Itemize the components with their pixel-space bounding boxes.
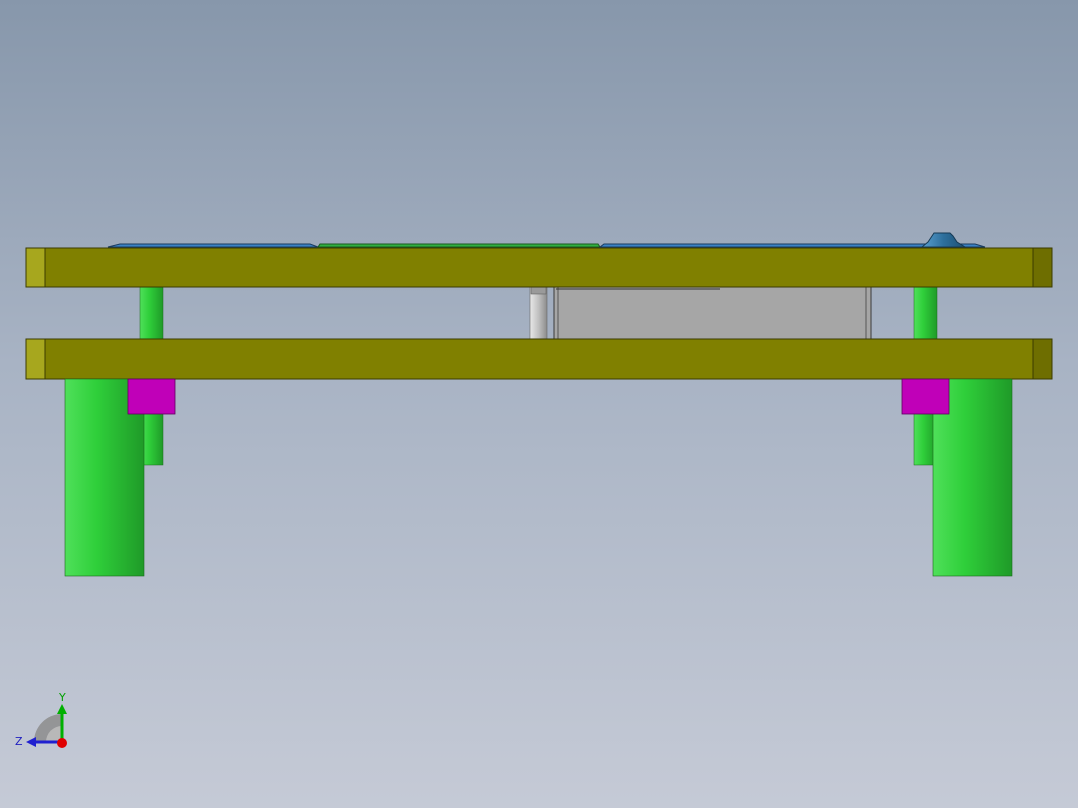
guide-pin-right[interactable] (913, 286, 938, 341)
insert-block[interactable] (553, 286, 872, 340)
locating-knob[interactable] (920, 232, 967, 248)
coordinate-triad: Y Z (15, 691, 67, 748)
bushing-left[interactable] (127, 378, 176, 415)
top-cover-part[interactable] (107, 243, 986, 248)
assembly-model-view[interactable]: Y Z (0, 0, 1078, 808)
upper-die-plate[interactable] (25, 247, 1053, 288)
bushing-right[interactable] (901, 378, 950, 415)
lower-die-plate[interactable] (25, 338, 1053, 380)
cad-graphics-viewport[interactable]: Y Z (0, 0, 1078, 808)
guide-pin-left[interactable] (139, 286, 164, 341)
y-axis-label: Y (58, 691, 66, 704)
z-axis-label: Z (15, 735, 23, 748)
punch-pin[interactable] (529, 286, 548, 340)
x-axis-point (57, 738, 67, 748)
